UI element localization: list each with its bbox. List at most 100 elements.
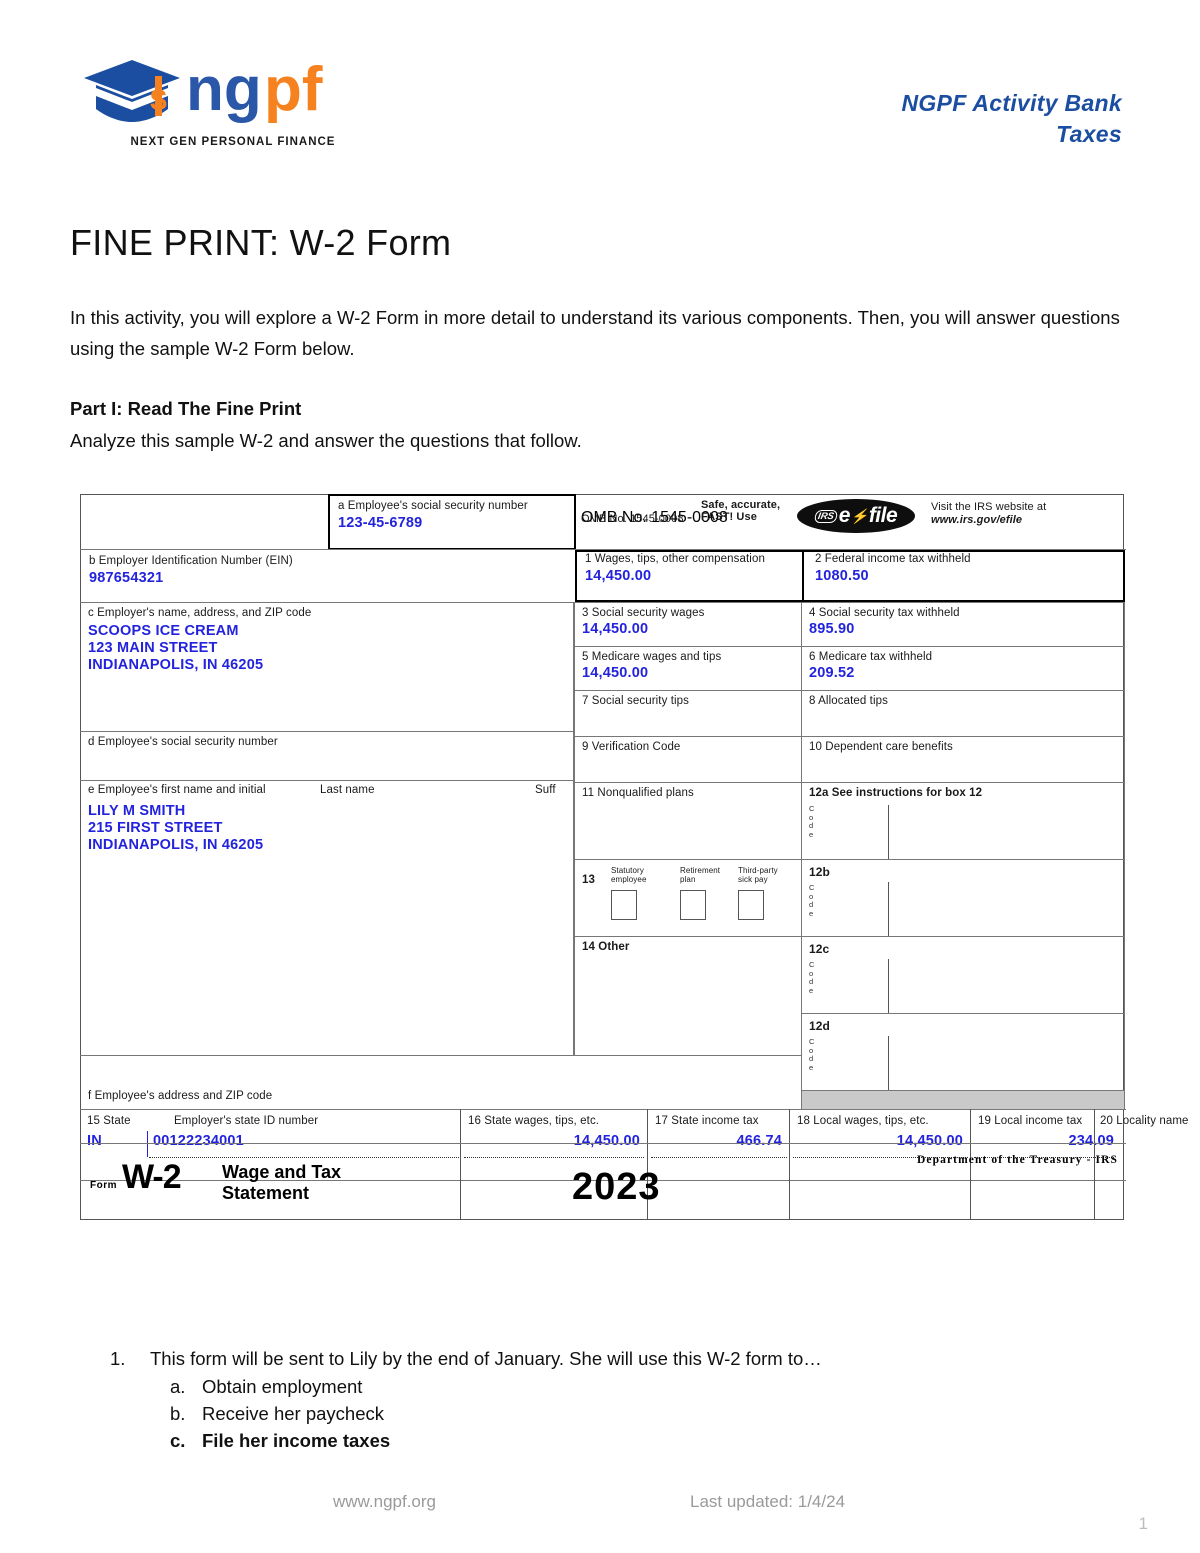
box-1-wages[interactable]: 1 Wages, tips, other compensation 14,450… [579, 553, 804, 584]
box-12a[interactable]: 12a See instructions for box 12 Code [801, 782, 1125, 860]
box-e-employee-street: 215 FIRST STREET [88, 820, 223, 836]
ngpf-wordmark-icon: ng pf [186, 55, 323, 124]
box-11-nonqualified-plans[interactable]: 11 Nonqualified plans [574, 782, 802, 860]
box-a-label: a Employee's social security number [338, 500, 528, 512]
box-12a-label: 12a See instructions for box 12 [809, 787, 983, 799]
box-14-label: 14 Other [582, 941, 630, 953]
answer-text-c: File her income taxes [202, 1430, 391, 1451]
box-13-thirdparty-line2: sick pay [738, 875, 768, 884]
box-8-value [802, 707, 1124, 709]
box-13-thirdparty-line1: Third-party [738, 866, 778, 875]
box-13-checkboxes[interactable]: 13 Statutory employee Retirement plan Th… [574, 859, 802, 937]
lightning-bolt-icon: ⚡ [850, 507, 868, 524]
box-b-ein[interactable]: b Employer Identification Number (EIN) 9… [81, 551, 575, 601]
ngpf-logo: $ ng pf NEXT GEN PERSONAL FINANCE [78, 52, 388, 148]
answer-text-b: Receive her paycheck [202, 1403, 385, 1424]
box-12c-label: 12c [809, 942, 830, 956]
box-5-value: 14,450.00 [582, 665, 649, 681]
form-title-line1: Wage and Tax [222, 1162, 342, 1182]
box-4-label: 4 Social security tax withheld [809, 607, 960, 619]
box-2-value: 1080.50 [815, 568, 869, 584]
box-13-retirement-line2: plan [680, 875, 696, 884]
efile-e-text: e [838, 504, 851, 527]
footer-website[interactable]: www.ngpf.org [333, 1492, 436, 1512]
box-b-value: 987654321 [89, 570, 164, 586]
irs-efile-logo-icon: IRS e ⚡ file [797, 499, 915, 533]
box-14-other[interactable]: 14 Other [574, 936, 802, 1056]
box-d-employee-ssn[interactable]: d Employee's social security number [80, 731, 574, 781]
box-5-label: 5 Medicare wages and tips [582, 651, 722, 663]
box-10-label: 10 Dependent care benefits [809, 741, 953, 753]
box-d-value [80, 748, 573, 750]
answer-option-a[interactable]: a. Obtain employment [110, 1376, 1110, 1398]
box-10-dependent-care[interactable]: 10 Dependent care benefits [801, 736, 1125, 783]
logo-mark: $ ng pf [78, 52, 388, 130]
page-header: $ ng pf NEXT GEN PERSONAL FINANCE NGPF A… [0, 0, 1200, 150]
w2-form: a Employee's social security number 123-… [80, 494, 1188, 1221]
box-12c[interactable]: 12c Code [801, 936, 1125, 1014]
box-12b[interactable]: 12b Code [801, 859, 1125, 937]
box-1-label: 1 Wages, tips, other compensation [585, 553, 765, 565]
svg-text:pf: pf [264, 55, 323, 124]
box-6-label: 6 Medicare tax withheld [809, 651, 933, 663]
form-word-label: Form [90, 1180, 117, 1191]
checkbox-retirement-plan[interactable] [680, 890, 706, 920]
box-4-value: 895.90 [809, 621, 855, 637]
box-15-label-state: 15 State [87, 1115, 131, 1127]
box-7-ss-tips[interactable]: 7 Social security tips [574, 690, 802, 737]
part-subheading: Analyze this sample W-2 and answer the q… [70, 430, 582, 451]
checkbox-statutory-employee[interactable] [611, 890, 637, 920]
box-c-employer[interactable]: c Employer's name, address, and ZIP code… [80, 602, 574, 732]
box-e-label-suffix: Suff [535, 784, 556, 796]
box-9-verification-code[interactable]: 9 Verification Code [574, 736, 802, 783]
gray-spacer-band [801, 1090, 1125, 1110]
answer-letter-a: a. [170, 1376, 186, 1397]
box-3-ss-wages[interactable]: 3 Social security wages 14,450.00 [574, 602, 802, 647]
safe-accurate-line2: FAST! Use [701, 511, 757, 523]
box-c-label: c Employer's name, address, and ZIP code [88, 607, 312, 619]
part-heading: Part I: Read The Fine Print [70, 398, 302, 419]
box-e-employee-citystate: INDIANAPOLIS, IN 46205 [88, 837, 264, 853]
box-13-statutory-line2: employee [611, 875, 647, 884]
box-2-federal-tax[interactable]: 2 Federal income tax withheld 1080.50 [809, 553, 1109, 584]
page-title: FINE PRINT: W-2 Form [70, 222, 452, 264]
box-c-employer-street: 123 MAIN STREET [88, 640, 218, 656]
visit-irs-line2: www.irs.gov/efile [931, 514, 1023, 526]
box-13-statutory-label: Statutory employee [611, 866, 647, 884]
efile-irs-text: IRS [813, 509, 838, 523]
box-c-employer-citystate: INDIANAPOLIS, IN 46205 [88, 657, 264, 673]
box-12a-code-divider [888, 805, 889, 859]
answer-option-b[interactable]: b. Receive her paycheck [110, 1403, 1110, 1425]
answer-option-c[interactable]: c. File her income taxes [110, 1430, 1110, 1452]
box-19-label: 19 Local income tax [978, 1115, 1083, 1127]
box-4-ss-tax[interactable]: 4 Social security tax withheld 895.90 [801, 602, 1125, 647]
w2-footer: Form W-2 Wage and Tax Statement 2023 Dep… [80, 1143, 1126, 1221]
box-16-label: 16 State wages, tips, etc. [468, 1115, 600, 1127]
box-e-employee-name[interactable]: e Employee's first name and initial Last… [80, 780, 574, 1056]
box-5-medicare-wages[interactable]: 5 Medicare wages and tips 14,450.00 [574, 646, 802, 691]
box-8-label: 8 Allocated tips [809, 695, 888, 707]
activity-bank-category: Taxes [1056, 121, 1122, 148]
box-12b-code-divider [888, 882, 889, 936]
box-12d-label: 12d [809, 1019, 830, 1033]
box-13-statutory-line1: Statutory [611, 866, 644, 875]
box-13-retirement-line1: Retirement [680, 866, 721, 875]
question-text: This form will be sent to Lily by the en… [150, 1348, 822, 1369]
page-footer: www.ngpf.org Last updated: 1/4/24 1 [0, 1492, 1200, 1533]
checkbox-third-party-sick-pay[interactable] [738, 890, 764, 920]
svg-text:$: $ [150, 84, 167, 117]
box-12a-code-label: Code [809, 804, 815, 839]
safe-accurate-line1: Safe, accurate, [701, 499, 781, 511]
box-12d[interactable]: 12d Code [801, 1013, 1125, 1091]
box-6-medicare-tax[interactable]: 6 Medicare tax withheld 209.52 [801, 646, 1125, 691]
box-3-label: 3 Social security wages [582, 607, 705, 619]
box-12b-label: 12b [809, 865, 830, 879]
box-20-label: 20 Locality name [1100, 1115, 1189, 1127]
box-8-allocated-tips[interactable]: 8 Allocated tips [801, 690, 1125, 737]
svg-text:ng: ng [186, 55, 262, 124]
box-f-employee-address[interactable]: f Employee's address and ZIP code [80, 1055, 802, 1110]
box-1-value: 14,450.00 [585, 568, 652, 584]
intro-paragraph: In this activity, you will explore a W-2… [70, 306, 1120, 359]
page-number: 1 [1138, 1514, 1148, 1533]
box-a-ssn[interactable]: a Employee's social security number 123-… [328, 494, 576, 550]
